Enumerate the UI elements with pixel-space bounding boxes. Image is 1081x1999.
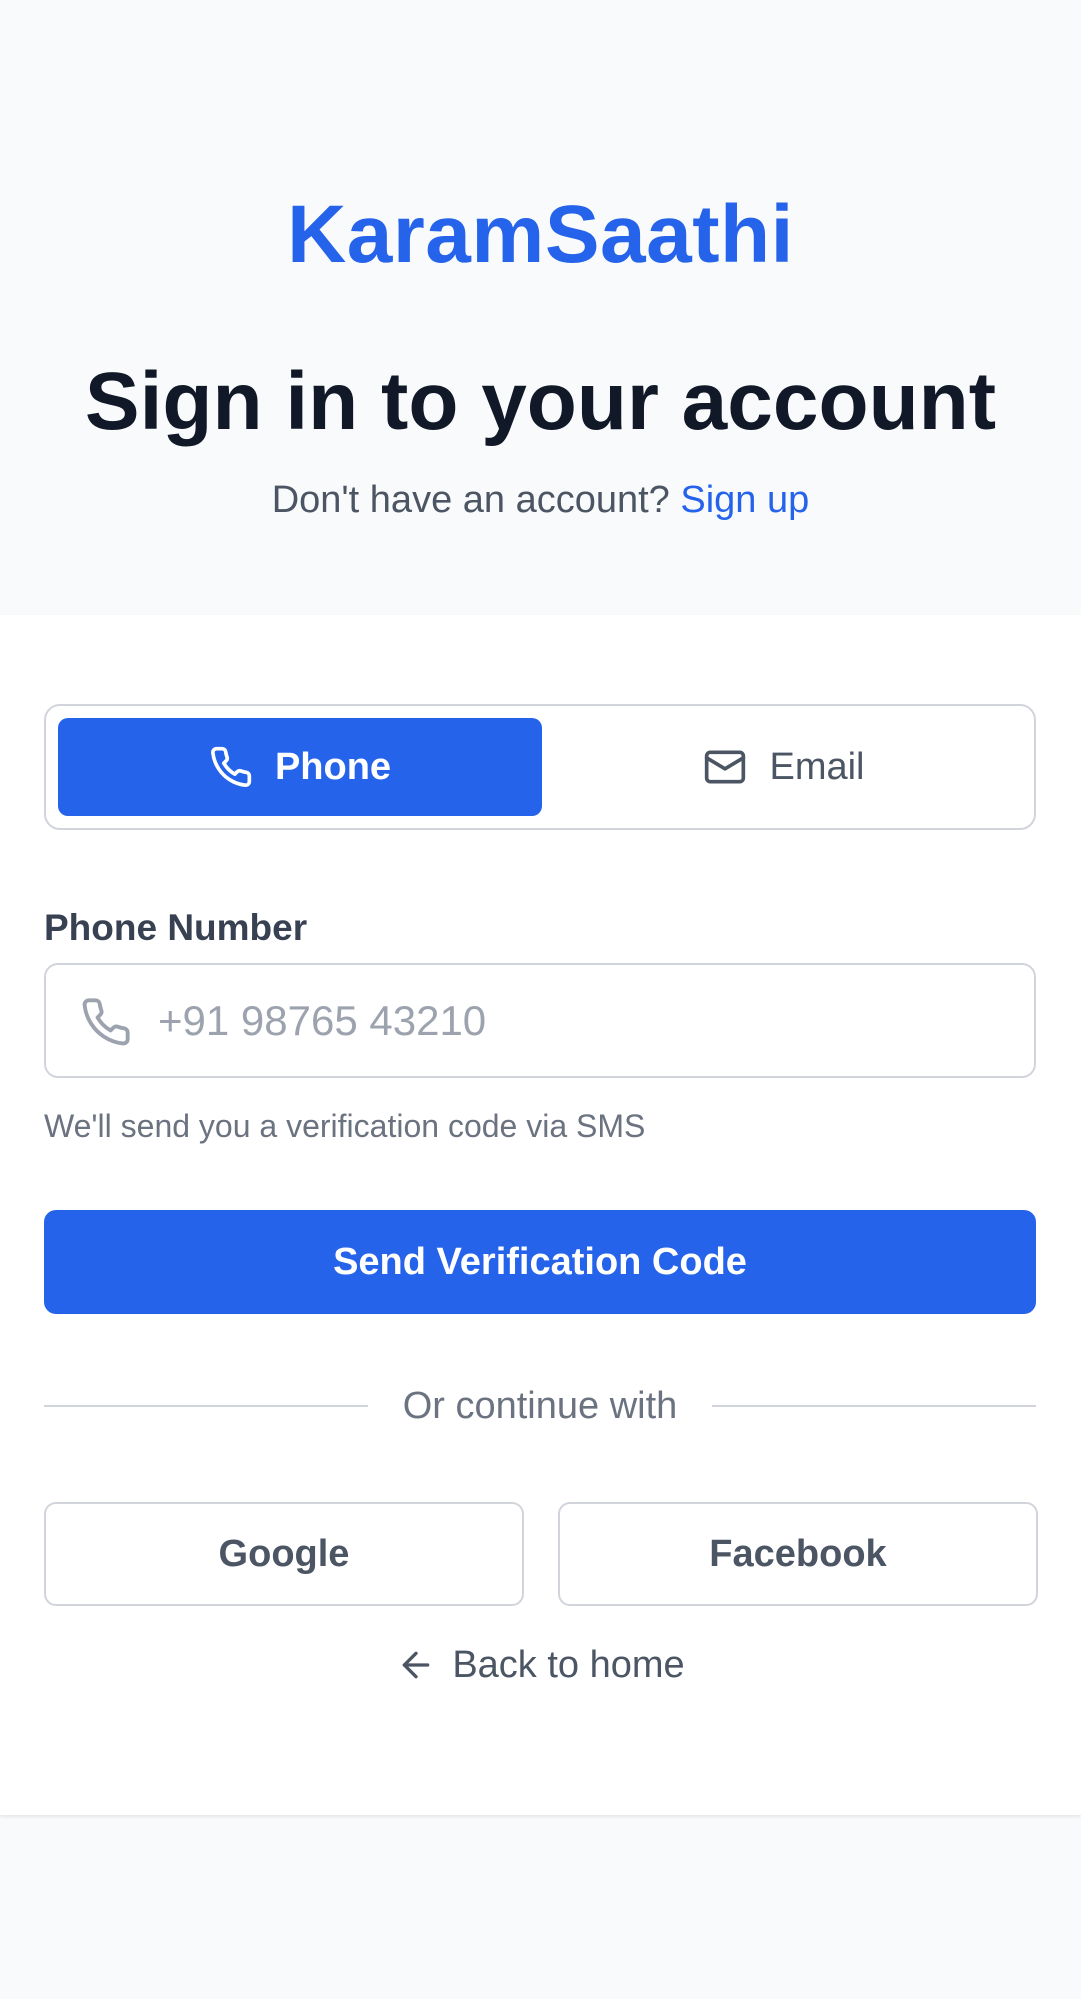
- phone-icon: [209, 745, 253, 789]
- email-tab[interactable]: Email: [542, 718, 1026, 816]
- facebook-sign-in-button[interactable]: Facebook: [558, 1502, 1038, 1606]
- phone-tab-label: Phone: [274, 745, 392, 788]
- divider-text: Or continue with: [402, 1385, 678, 1427]
- header: KaramSaathi Sign in to your account Don'…: [0, 0, 1081, 615]
- email-tab-label: Email: [769, 745, 865, 788]
- login-method-toggle: Phone Email: [44, 704, 1036, 830]
- brand-logo[interactable]: KaramSaathi: [0, 185, 1081, 285]
- arrow-left-icon: [396, 1645, 436, 1685]
- send-verification-code-button[interactable]: Send Verification Code: [44, 1210, 1036, 1314]
- phone-number-input[interactable]: [158, 965, 1018, 1076]
- signup-prompt: Don't have an account? Sign up: [0, 474, 1081, 526]
- phone-helper-text: We'll send you a verification code via S…: [44, 1108, 646, 1144]
- phone-number-label: Phone Number: [44, 907, 308, 948]
- phone-icon: [80, 996, 132, 1048]
- divider-line-right: [712, 1405, 1036, 1407]
- back-to-home-label: Back to home: [452, 1644, 685, 1686]
- divider-line-left: [44, 1405, 368, 1407]
- sign-in-card: Phone Email Phone Number We'll: [0, 615, 1081, 1815]
- sign-in-page: KaramSaathi Sign in to your account Don'…: [0, 0, 1081, 1999]
- signup-prompt-text: Don't have an account?: [271, 479, 670, 521]
- phone-tab[interactable]: Phone: [58, 718, 542, 816]
- back-to-home-link[interactable]: Back to home: [0, 1640, 1081, 1690]
- mail-icon: [703, 745, 747, 789]
- phone-input-wrapper: [44, 963, 1036, 1078]
- signup-link[interactable]: Sign up: [680, 479, 809, 521]
- page-title: Sign in to your account: [84, 356, 997, 447]
- google-sign-in-button[interactable]: Google: [44, 1502, 524, 1606]
